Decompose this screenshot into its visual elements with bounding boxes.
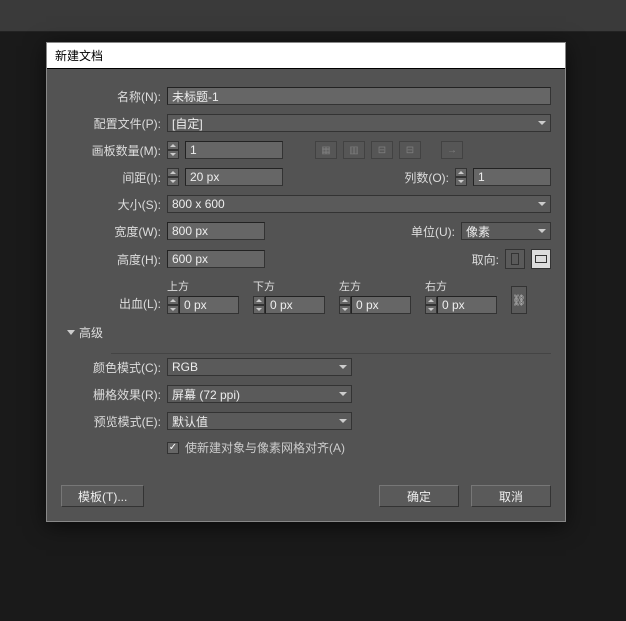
columns-label: 列数(O): bbox=[404, 169, 449, 186]
advanced-label: 高级 bbox=[79, 324, 103, 341]
link-bleed-button[interactable]: ⛓ bbox=[511, 286, 527, 314]
bleed-top-input[interactable] bbox=[179, 296, 239, 314]
bleed-top-label: 上方 bbox=[167, 278, 247, 294]
app-top-bar bbox=[0, 0, 626, 32]
chevron-down-icon bbox=[339, 392, 347, 396]
cancel-button[interactable]: 取消 bbox=[471, 485, 551, 507]
height-input[interactable] bbox=[167, 250, 265, 268]
spacing-label: 间距(I): bbox=[61, 169, 161, 186]
height-label: 高度(H): bbox=[61, 251, 161, 268]
size-dropdown[interactable]: 800 x 600 bbox=[167, 195, 551, 213]
profile-value: [自定] bbox=[172, 115, 203, 132]
new-document-dialog: 新建文档 名称(N): 配置文件(P): [自定] 画板数量(M): ▦ ▥ ⊟… bbox=[46, 42, 566, 522]
artboard-count-input[interactable] bbox=[185, 141, 283, 159]
divider bbox=[111, 353, 551, 354]
advanced-section-header[interactable]: 高级 bbox=[67, 324, 551, 341]
size-value: 800 x 600 bbox=[172, 197, 225, 211]
spacing-input bbox=[185, 168, 283, 186]
arrow-right-icon: → bbox=[441, 141, 463, 159]
bleed-right-input[interactable] bbox=[437, 296, 497, 314]
preview-label: 预览模式(E): bbox=[61, 413, 161, 430]
bleed-label: 出血(L): bbox=[61, 295, 161, 314]
grid-by-col-icon: ▥ bbox=[343, 141, 365, 159]
raster-label: 栅格效果(R): bbox=[61, 386, 161, 403]
size-label: 大小(S): bbox=[61, 196, 161, 213]
columns-stepper bbox=[455, 168, 467, 186]
color-mode-value: RGB bbox=[172, 360, 198, 374]
raster-value: 屏幕 (72 ppi) bbox=[172, 386, 240, 403]
bleed-left-input[interactable] bbox=[351, 296, 411, 314]
chevron-down-icon bbox=[538, 229, 546, 233]
width-label: 宽度(W): bbox=[61, 223, 161, 240]
profile-label: 配置文件(P): bbox=[61, 115, 161, 132]
bleed-left-stepper[interactable] bbox=[339, 296, 351, 314]
disclosure-triangle-icon bbox=[67, 330, 75, 335]
preview-dropdown[interactable]: 默认值 bbox=[167, 412, 352, 430]
spacing-stepper bbox=[167, 168, 179, 186]
chevron-down-icon bbox=[538, 121, 546, 125]
artboard-count-stepper[interactable] bbox=[167, 141, 179, 159]
align-pixel-grid-label: 使新建对象与像素网格对齐(A) bbox=[185, 439, 345, 456]
color-mode-dropdown[interactable]: RGB bbox=[167, 358, 352, 376]
raster-dropdown[interactable]: 屏幕 (72 ppi) bbox=[167, 385, 352, 403]
bleed-bottom-label: 下方 bbox=[253, 278, 333, 294]
dialog-title: 新建文档 bbox=[47, 43, 565, 69]
arrange-col-icon: ⊟ bbox=[399, 141, 421, 159]
units-dropdown[interactable]: 像素 bbox=[461, 222, 551, 240]
width-input[interactable] bbox=[167, 222, 265, 240]
orientation-landscape-button[interactable] bbox=[531, 249, 551, 269]
units-value: 像素 bbox=[466, 223, 490, 240]
ok-button[interactable]: 确定 bbox=[379, 485, 459, 507]
template-button[interactable]: 模板(T)... bbox=[61, 485, 144, 507]
grid-by-row-icon: ▦ bbox=[315, 141, 337, 159]
bleed-top-stepper[interactable] bbox=[167, 296, 179, 314]
bleed-left-label: 左方 bbox=[339, 278, 419, 294]
arrange-row-icon: ⊟ bbox=[371, 141, 393, 159]
artboard-count-label: 画板数量(M): bbox=[61, 142, 161, 159]
columns-input bbox=[473, 168, 551, 186]
preview-value: 默认值 bbox=[172, 413, 208, 430]
bleed-right-label: 右方 bbox=[425, 278, 505, 294]
bleed-bottom-stepper[interactable] bbox=[253, 296, 265, 314]
orientation-portrait-button[interactable] bbox=[505, 249, 525, 269]
bleed-bottom-input[interactable] bbox=[265, 296, 325, 314]
profile-dropdown[interactable]: [自定] bbox=[167, 114, 551, 132]
chevron-down-icon bbox=[339, 365, 347, 369]
name-label: 名称(N): bbox=[61, 88, 161, 105]
orientation-label: 取向: bbox=[472, 251, 499, 268]
units-label: 单位(U): bbox=[411, 223, 455, 240]
chevron-down-icon bbox=[538, 202, 546, 206]
name-input[interactable] bbox=[167, 87, 551, 105]
color-mode-label: 颜色模式(C): bbox=[61, 359, 161, 376]
align-pixel-grid-checkbox[interactable]: ✓ bbox=[167, 442, 179, 454]
bleed-right-stepper[interactable] bbox=[425, 296, 437, 314]
chevron-down-icon bbox=[339, 419, 347, 423]
